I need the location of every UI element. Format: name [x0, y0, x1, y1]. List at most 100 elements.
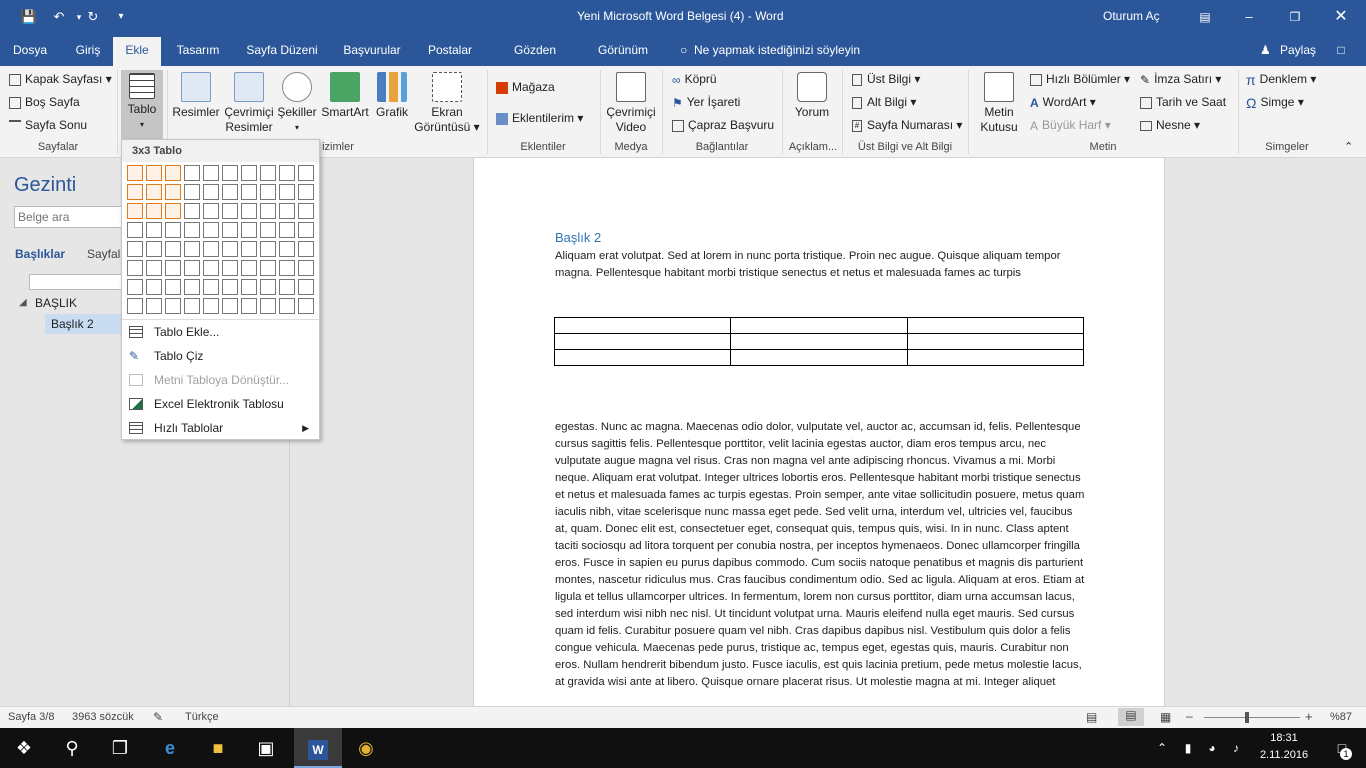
- table-grid-cell[interactable]: [184, 241, 200, 257]
- textbox-button[interactable]: Metin Kutusu: [974, 72, 1024, 135]
- excel-spreadsheet-item[interactable]: Excel Elektronik Tablosu: [122, 392, 319, 416]
- close-icon[interactable]: ✕: [1332, 8, 1350, 26]
- doc-paragraph-1[interactable]: Aliquam erat volutpat. Sed at lorem in n…: [555, 248, 1087, 282]
- store-app-icon[interactable]: ▣: [242, 728, 290, 768]
- tab-sayfa-duzeni[interactable]: Sayfa Düzeni: [242, 34, 322, 66]
- table-grid-cell[interactable]: [203, 165, 219, 181]
- dropcap-button[interactable]: A Büyük Harf ▾: [1030, 118, 1111, 133]
- table-grid-cell[interactable]: [127, 184, 143, 200]
- table-grid-cell[interactable]: [203, 279, 219, 295]
- quickparts-button[interactable]: Hızlı Bölümler ▾: [1030, 72, 1130, 86]
- search-icon[interactable]: ⚲: [48, 728, 96, 768]
- tab-dosya[interactable]: Dosya: [8, 34, 52, 66]
- doc-table[interactable]: [553, 317, 1085, 366]
- table-grid-cell[interactable]: [279, 222, 295, 238]
- table-grid-cell[interactable]: [165, 165, 181, 181]
- table-grid-cell[interactable]: [241, 222, 257, 238]
- quick-tables-item[interactable]: Hızlı Tablolar ▶: [122, 416, 319, 440]
- table-grid-cell[interactable]: [127, 260, 143, 276]
- file-explorer-icon[interactable]: ■: [194, 728, 242, 768]
- crossref-button[interactable]: Çapraz Başvuru: [672, 118, 774, 132]
- edge-icon[interactable]: e: [146, 728, 194, 768]
- smartart-button[interactable]: SmartArt: [319, 72, 371, 120]
- table-grid-cell[interactable]: [222, 184, 238, 200]
- table-grid-cell[interactable]: [241, 298, 257, 314]
- object-button[interactable]: Nesne ▾: [1140, 118, 1200, 132]
- datetime-button[interactable]: Tarih ve Saat: [1140, 95, 1226, 109]
- table-cell[interactable]: [906, 333, 1085, 350]
- table-grid-cell[interactable]: [203, 222, 219, 238]
- table-grid-cell[interactable]: [184, 184, 200, 200]
- table-cell[interactable]: [730, 349, 908, 366]
- comments-icon[interactable]: □: [1330, 34, 1352, 66]
- undo-icon[interactable]: ↶: [50, 8, 68, 26]
- signature-line-button[interactable]: ✎ İmza Satırı ▾: [1140, 72, 1221, 87]
- table-grid-cell[interactable]: [260, 279, 276, 295]
- table-grid-cell[interactable]: [146, 165, 162, 181]
- minimize-icon[interactable]: –: [1240, 8, 1258, 26]
- footer-button[interactable]: Alt Bilgi ▾: [852, 95, 916, 109]
- table-grid-cell[interactable]: [279, 298, 295, 314]
- word-count[interactable]: 3963 sözcük: [72, 711, 134, 723]
- table-grid-cell[interactable]: [279, 184, 295, 200]
- equation-button[interactable]: π Denklem ▾: [1246, 72, 1316, 88]
- table-grid-cell[interactable]: [146, 203, 162, 219]
- table-grid-cell[interactable]: [298, 279, 314, 295]
- zoom-out-icon[interactable]: –: [1186, 709, 1193, 723]
- table-grid-cell[interactable]: [279, 165, 295, 181]
- screenshot-button[interactable]: Ekran Görüntüsü ▾: [413, 72, 481, 135]
- table-grid-cell[interactable]: [241, 279, 257, 295]
- table-grid-cell[interactable]: [127, 279, 143, 295]
- clock-date[interactable]: 2.11.2016: [1254, 749, 1314, 761]
- bookmark-button[interactable]: ⚑ Yer İşareti: [672, 95, 740, 110]
- table-grid-cell[interactable]: [298, 165, 314, 181]
- nav-heading-1[interactable]: BAŞLIK: [35, 296, 77, 310]
- read-mode-icon[interactable]: ▤: [1086, 710, 1097, 724]
- pictures-button[interactable]: Resimler: [172, 72, 220, 120]
- draw-table-item[interactable]: ✎ Tablo Çiz: [122, 344, 319, 368]
- table-grid-cell[interactable]: [203, 184, 219, 200]
- show-hidden-icons[interactable]: ⌃: [1150, 728, 1174, 768]
- table-grid-cell[interactable]: [222, 279, 238, 295]
- word-taskbar-icon[interactable]: W: [294, 728, 342, 768]
- table-grid-cell[interactable]: [165, 241, 181, 257]
- header-button[interactable]: Üst Bilgi ▾: [852, 72, 920, 86]
- tab-ekle[interactable]: Ekle: [113, 37, 161, 66]
- table-grid-cell[interactable]: [203, 260, 219, 276]
- save-icon[interactable]: 💾: [20, 8, 38, 26]
- share-button[interactable]: Paylaş: [1276, 34, 1318, 66]
- customize-qat-icon[interactable]: ▾: [112, 8, 130, 26]
- table-grid-cell[interactable]: [146, 184, 162, 200]
- tab-basvurular[interactable]: Başvurular: [338, 34, 406, 66]
- table-grid-cell[interactable]: [165, 260, 181, 276]
- page-number-button[interactable]: # Sayfa Numarası ▾: [852, 118, 962, 132]
- task-view-icon[interactable]: ❐: [96, 728, 144, 768]
- cover-page-button[interactable]: Kapak Sayfası ▾: [9, 72, 112, 86]
- collapse-triangle-icon[interactable]: ◢: [19, 297, 27, 308]
- table-grid-cell[interactable]: [279, 260, 295, 276]
- online-video-button[interactable]: Çevrimiçi Video: [604, 72, 658, 135]
- table-grid-cell[interactable]: [203, 241, 219, 257]
- comment-button[interactable]: Yorum: [790, 72, 834, 120]
- table-grid-cell[interactable]: [222, 241, 238, 257]
- table-cell[interactable]: [906, 349, 1085, 366]
- table-grid-cell[interactable]: [298, 298, 314, 314]
- table-grid-cell[interactable]: [222, 222, 238, 238]
- maximize-icon[interactable]: ❐: [1286, 8, 1304, 26]
- tab-tasarim[interactable]: Tasarım: [172, 34, 224, 66]
- table-grid-cell[interactable]: [260, 298, 276, 314]
- print-layout-icon[interactable]: ▤: [1118, 708, 1144, 726]
- proofing-icon[interactable]: ✎: [153, 710, 163, 724]
- table-grid-cell[interactable]: [184, 165, 200, 181]
- zoom-slider-track[interactable]: [1204, 717, 1300, 718]
- ribbon-display-options-icon[interactable]: ▤: [1196, 8, 1214, 26]
- table-grid-cell[interactable]: [298, 260, 314, 276]
- table-grid-cell[interactable]: [146, 279, 162, 295]
- table-cell[interactable]: [553, 317, 732, 334]
- sign-in-link[interactable]: Oturum Aç: [1103, 9, 1160, 23]
- table-cell[interactable]: [730, 317, 908, 334]
- table-grid-cell[interactable]: [279, 203, 295, 219]
- table-grid-cell[interactable]: [298, 184, 314, 200]
- clock-time[interactable]: 18:31: [1254, 732, 1314, 744]
- table-grid-cell[interactable]: [127, 203, 143, 219]
